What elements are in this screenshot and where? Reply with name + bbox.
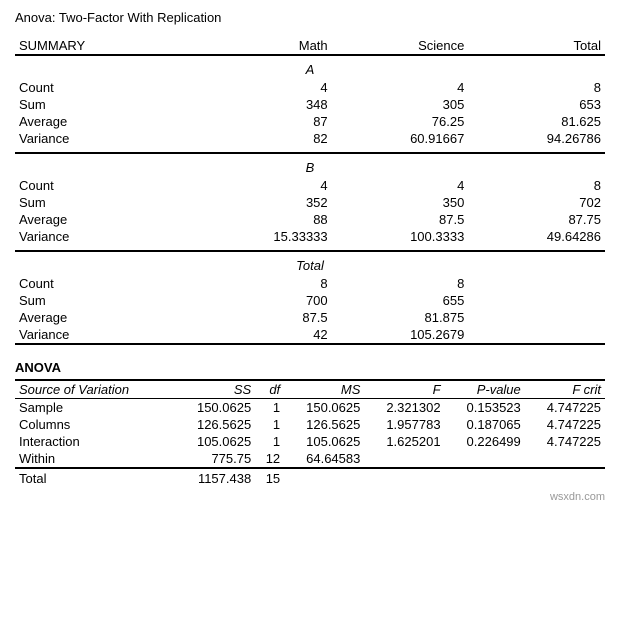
table-row: Average8887.587.75 xyxy=(15,211,605,228)
watermark: wsxdn.com xyxy=(15,491,605,503)
anova-col-header: F crit xyxy=(525,380,605,399)
group-header-b: B xyxy=(15,153,605,177)
anova-total-row: Total1157.43815 xyxy=(15,468,605,487)
table-row: Sum700655 xyxy=(15,292,605,309)
table-row: Count88 xyxy=(15,275,605,292)
table-row: Sum352350702 xyxy=(15,194,605,211)
anova-data-row: Within775.751264.64583 xyxy=(15,450,605,468)
anova-data-row: Interaction105.06251105.06251.6252010.22… xyxy=(15,433,605,450)
table-row: Variance42105.2679 xyxy=(15,326,605,344)
table-row: Average8776.2581.625 xyxy=(15,113,605,130)
anova-col-header: F xyxy=(364,380,444,399)
anova-col-header: Source of Variation xyxy=(15,380,175,399)
group-header-total: Total xyxy=(15,251,605,275)
page-title: Anova: Two-Factor With Replication xyxy=(15,10,605,25)
anova-col-header: SS xyxy=(175,380,255,399)
table-row: Count448 xyxy=(15,79,605,96)
table-row: Average87.581.875 xyxy=(15,309,605,326)
anova-data-row: Sample150.06251150.06252.3213020.1535234… xyxy=(15,399,605,417)
anova-col-header: df xyxy=(255,380,284,399)
math-col-header: Math xyxy=(195,37,332,55)
anova-col-header: P-value xyxy=(445,380,525,399)
table-row: Sum348305653 xyxy=(15,96,605,113)
group-header-a: A xyxy=(15,55,605,79)
table-row: Variance15.33333100.333349.64286 xyxy=(15,228,605,251)
table-row: Count448 xyxy=(15,177,605,194)
anova-col-header: MS xyxy=(284,380,364,399)
total-col-header: Total xyxy=(468,37,605,55)
anova-data-row: Columns126.56251126.56251.9577830.187065… xyxy=(15,416,605,433)
summary-label: SUMMARY xyxy=(15,37,195,55)
science-col-header: Science xyxy=(332,37,469,55)
anova-label: ANOVA xyxy=(15,360,605,375)
table-row: Variance8260.9166794.26786 xyxy=(15,130,605,153)
